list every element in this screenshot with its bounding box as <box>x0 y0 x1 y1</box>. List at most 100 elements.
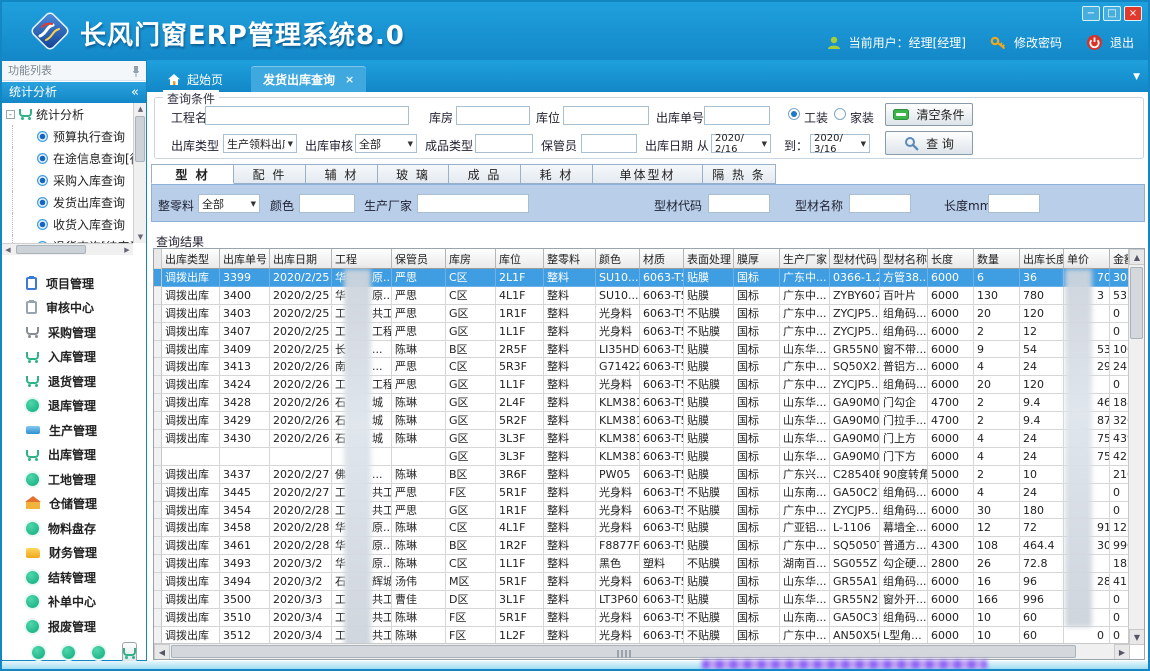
material-tab[interactable]: 型 材 <box>151 164 234 184</box>
warehouse-input[interactable] <box>456 106 530 125</box>
table-row[interactable]: 调拨出库34292020/2/26石城陈琳G区5R2F整料KLM38176063… <box>154 412 1130 430</box>
sidebar-item[interactable]: 出库管理 <box>2 443 146 468</box>
sidebar-item[interactable]: 结转管理 <box>2 565 146 590</box>
work-install-radio[interactable] <box>788 108 800 120</box>
date-to-picker[interactable]: 2020/ 3/16▼ <box>810 134 870 153</box>
sidebar-item[interactable]: 仓储管理 <box>2 492 146 517</box>
table-row[interactable]: 调拨出库34452020/2/27工共工程严思F区5R1F整料光身料6063-T… <box>154 484 1130 502</box>
scroll-up-icon[interactable]: ▲ <box>134 103 146 115</box>
tab-shipment-outbound-query[interactable]: 发货出库查询× <box>251 66 366 92</box>
close-button[interactable]: × <box>1124 6 1142 21</box>
tree-item[interactable]: 退货查询[待定] <box>12 235 133 243</box>
order-no-input[interactable] <box>704 106 770 125</box>
sidebar-item[interactable]: 退库管理 <box>2 394 146 419</box>
search-button[interactable]: 查 询 <box>885 131 973 155</box>
profile-name-input[interactable] <box>849 194 911 213</box>
table-row[interactable]: 调拨出库35002020/3/3工共工程曹佳D区3L1F整料LT3P606063… <box>154 591 1130 609</box>
sidebar-item[interactable]: 退货管理 <box>2 369 146 394</box>
maximize-button[interactable]: □ <box>1103 6 1121 21</box>
table-row[interactable]: 调拨出库33992020/2/25华原...严思C区2L1F整料SU10...6… <box>154 269 1130 287</box>
material-tab[interactable]: 成 品 <box>449 164 521 184</box>
scroll-left-icon[interactable]: ◀ <box>2 244 14 255</box>
scroll-right-icon[interactable]: ▶ <box>121 244 133 255</box>
column-header[interactable]: 出库类型 <box>162 249 220 269</box>
material-tab[interactable]: 耗 材 <box>521 164 593 184</box>
column-header[interactable]: 材质 <box>640 249 684 269</box>
column-header[interactable]: 出库长度 <box>1020 249 1064 269</box>
tree-vertical-scrollbar[interactable]: ▲ ▼ <box>133 103 146 243</box>
column-header[interactable]: 数量 <box>974 249 1020 269</box>
length-input[interactable] <box>988 194 1040 213</box>
table-row[interactable]: 调拨出库34942020/3/2石辉城汤伟M区5R1F整料光身料6063-T5贴… <box>154 573 1130 591</box>
sidebar-item[interactable]: 采购管理 <box>2 320 146 345</box>
table-row[interactable]: 调拨出库34932020/3/2华原...陈琳C区1L1F整料黑色塑料不贴膜国标… <box>154 555 1130 573</box>
work-install-label[interactable]: 工装 <box>804 109 828 126</box>
tab-overflow-icon[interactable]: ▼ <box>1133 72 1140 82</box>
table-row[interactable]: 调拨出库34282020/2/26石城陈琳G区2L4F整料KLM38176063… <box>154 394 1130 412</box>
table-row[interactable]: 调拨出库34372020/2/27佛...陈琳B区3R6F整料PW056063-… <box>154 466 1130 484</box>
change-password-link[interactable]: 修改密码 <box>1014 34 1062 51</box>
tree-horizontal-scrollbar[interactable]: ◀ ▶ <box>2 243 133 255</box>
location-input[interactable] <box>563 106 649 125</box>
circle-icon[interactable] <box>92 646 105 659</box>
table-row[interactable]: 调拨出库34302020/2/26石城陈琳G区3L3F整料KLM38176063… <box>154 430 1130 448</box>
grid-horizontal-scrollbar[interactable]: ◀ ▶ <box>154 643 1130 659</box>
table-row[interactable]: 调拨出库34072020/2/25工工程严思G区1L1F整料光身料6063-T5… <box>154 323 1130 341</box>
logout-link[interactable]: 退出 <box>1110 34 1134 51</box>
scroll-down-icon[interactable]: ▼ <box>1129 629 1145 645</box>
outbound-type-select[interactable]: 生产领料出库▼ <box>223 134 297 153</box>
table-row[interactable]: 调拨出库34002020/2/25华原...严思C区4L1F整料SU10...6… <box>154 287 1130 305</box>
home-install-label[interactable]: 家装 <box>850 109 874 126</box>
profile-code-input[interactable] <box>708 194 770 213</box>
column-header[interactable]: 工程 <box>332 249 392 269</box>
table-row[interactable]: 调拨出库34612020/2/28华原...陈琳B区1R2F整料F8877FT6… <box>154 537 1130 555</box>
column-header[interactable]: 表面处理 <box>684 249 734 269</box>
tree-expander-icon[interactable]: - <box>6 110 15 119</box>
sidebar-item[interactable]: 财务管理 <box>2 541 146 566</box>
table-row[interactable]: 调拨出库34542020/2/28工共工程严思G区1R1F整料光身料6063-T… <box>154 502 1130 520</box>
column-header[interactable]: 库房 <box>446 249 496 269</box>
color-input[interactable] <box>299 194 355 213</box>
table-row[interactable]: G区3L3F整料KLM38176063-T5贴膜国标山东华...GA90M09.… <box>154 448 1130 466</box>
whole-piece-select[interactable]: 全部▼ <box>198 194 260 213</box>
column-header[interactable]: 出库日期 <box>270 249 332 269</box>
sidebar-item[interactable]: 审核中心 <box>2 296 146 321</box>
circle-icon[interactable] <box>32 646 45 659</box>
keeper-input[interactable] <box>581 134 637 153</box>
column-header[interactable]: 膜厚 <box>734 249 780 269</box>
tree-item[interactable]: 在途信息查询[待 <box>12 147 133 169</box>
column-header[interactable]: 颜色 <box>596 249 640 269</box>
product-type-input[interactable] <box>475 134 533 153</box>
column-header[interactable]: 保管员 <box>392 249 446 269</box>
scroll-right-icon[interactable]: ▶ <box>1114 644 1130 660</box>
audit-select[interactable]: 全部▼ <box>355 134 417 153</box>
column-header[interactable]: 型材名称 <box>880 249 928 269</box>
sidebar-item[interactable]: 入库管理 <box>2 345 146 370</box>
manufacturer-input[interactable] <box>417 194 529 213</box>
minimize-button[interactable]: − <box>1082 6 1100 21</box>
sidebar-item[interactable]: 物料盘存 <box>2 516 146 541</box>
column-header[interactable]: 型材代码 <box>830 249 880 269</box>
column-header[interactable]: 生产厂家 <box>780 249 830 269</box>
column-header[interactable]: 库位 <box>496 249 544 269</box>
table-row[interactable]: 调拨出库34582020/2/28华原...陈琳C区4L1F整料光身料6063-… <box>154 519 1130 537</box>
circle-icon[interactable] <box>62 646 75 659</box>
column-header[interactable]: 长度 <box>928 249 974 269</box>
collapse-icon[interactable]: « <box>131 82 139 103</box>
tree-root-item[interactable]: -统计分析 <box>2 103 133 125</box>
tree-item[interactable]: 发货出库查询 <box>12 191 133 213</box>
material-tab[interactable]: 单体型材 <box>593 164 703 184</box>
material-tab[interactable]: 玻 璃 <box>378 164 449 184</box>
tree-item[interactable]: 收货入库查询 <box>12 213 133 235</box>
project-name-input[interactable] <box>205 106 409 125</box>
table-row[interactable]: 调拨出库34092020/2/25长...陈琳B区2R5F整料LI35HD606… <box>154 341 1130 359</box>
table-row[interactable]: 调拨出库35102020/3/4工共工程陈琳F区5R1F整料光身料6063-T5… <box>154 609 1130 627</box>
sidebar-item[interactable]: 项目管理 <box>2 271 146 296</box>
column-header[interactable]: 金额 <box>1110 249 1130 269</box>
pin-icon[interactable] <box>131 65 141 78</box>
home-install-radio[interactable] <box>834 108 846 120</box>
table-row[interactable]: 调拨出库34032020/2/25工共工程严思G区1R1F整料光身料6063-T… <box>154 305 1130 323</box>
scroll-down-icon[interactable]: ▼ <box>134 231 146 243</box>
tab-close-icon[interactable]: × <box>345 73 354 86</box>
scroll-up-icon[interactable]: ▲ <box>1129 249 1145 265</box>
